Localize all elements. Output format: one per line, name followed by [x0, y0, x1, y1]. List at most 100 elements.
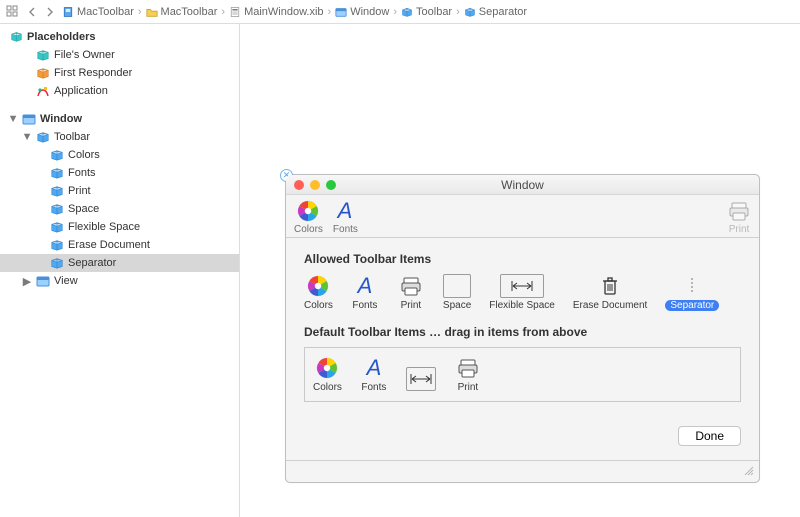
related-items-icon[interactable] — [6, 5, 20, 19]
crumb-label: Window — [350, 6, 389, 18]
item-label: Fonts — [361, 382, 386, 393]
preview-window[interactable]: ✕ Window Colors Fonts — [285, 174, 760, 483]
flex-space-icon — [510, 274, 534, 298]
editor-canvas[interactable]: ✕ Window Colors Fonts — [240, 24, 800, 517]
default-item-flex[interactable] — [406, 367, 436, 393]
disclosure-triangle-icon[interactable]: ▶ — [22, 275, 32, 288]
outline-view[interactable]: ▶ View — [0, 272, 239, 290]
colorwheel-icon — [296, 199, 320, 223]
nav-forward-button[interactable] — [42, 4, 58, 20]
crumb-toolbar[interactable]: Toolbar — [401, 6, 452, 18]
chevron-right-icon: › — [328, 6, 332, 18]
allowed-item-separator[interactable]: Separator — [665, 274, 719, 311]
space-icon — [443, 274, 471, 298]
nav-back-button[interactable] — [24, 4, 40, 20]
font-icon — [353, 274, 377, 298]
outline-first-responder[interactable]: First Responder — [0, 64, 239, 82]
traffic-zoom-icon[interactable] — [326, 180, 336, 190]
section-title: Placeholders — [27, 31, 95, 43]
chevron-right-icon: › — [456, 6, 460, 18]
allowed-item-flexible-space[interactable]: Flexible Space — [489, 274, 555, 311]
node-label: View — [54, 275, 78, 287]
toolbar-item-colors[interactable]: Colors — [294, 199, 323, 235]
document-outline: Placeholders File's Owner First Responde… — [0, 24, 240, 517]
outline-item-fonts[interactable]: Fonts — [0, 164, 239, 182]
printer-icon — [456, 356, 480, 380]
window-title: Window — [501, 178, 544, 192]
colorwheel-icon — [315, 356, 339, 380]
item-label: Flexible Space — [489, 300, 555, 311]
default-items-title: Default Toolbar Items … drag in items fr… — [304, 325, 741, 339]
crumb-project[interactable]: MacToolbar — [62, 6, 134, 18]
crumb-label: Toolbar — [416, 6, 452, 18]
allowed-item-colors[interactable]: Colors — [304, 274, 333, 311]
item-label: Separator — [665, 300, 719, 311]
traffic-minimize-icon[interactable] — [310, 180, 320, 190]
outline-files-owner[interactable]: File's Owner — [0, 46, 239, 64]
toolbar-item-print[interactable]: Print — [727, 199, 751, 235]
node-label: File's Owner — [54, 49, 115, 61]
printer-icon — [399, 274, 423, 298]
separator-icon — [680, 274, 704, 298]
node-label: Erase Document — [68, 239, 150, 251]
outline-toolbar[interactable]: ▼Toolbar — [0, 128, 239, 146]
traffic-close-icon[interactable] — [294, 180, 304, 190]
node-label: Application — [54, 85, 108, 97]
default-items-row[interactable]: Colors Fonts Print — [304, 347, 741, 402]
outline-item-colors[interactable]: Colors — [0, 146, 239, 164]
window-footer — [286, 460, 759, 482]
crumb-separator[interactable]: Separator — [464, 6, 527, 18]
node-label: Separator — [68, 257, 116, 269]
crumb-label: MainWindow.xib — [244, 6, 323, 18]
node-label: Space — [68, 203, 99, 215]
window-titlebar: Window — [286, 175, 759, 195]
done-button[interactable]: Done — [678, 426, 741, 446]
allowed-items-row: Colors Fonts Print Space Flexible Space … — [304, 274, 741, 311]
default-item-fonts[interactable]: Fonts — [360, 356, 388, 393]
outline-item-flexible-space[interactable]: Flexible Space — [0, 218, 239, 236]
font-icon — [362, 356, 386, 380]
allowed-item-fonts[interactable]: Fonts — [351, 274, 379, 311]
node-label: Print — [68, 185, 91, 197]
disclosure-triangle-icon[interactable]: ▼ — [8, 113, 18, 125]
chevron-right-icon: › — [393, 6, 397, 18]
node-label: Flexible Space — [68, 221, 140, 233]
disclosure-triangle-icon[interactable]: ▼ — [22, 131, 32, 143]
toolbar-item-fonts[interactable]: Fonts — [333, 199, 358, 235]
flex-space-icon — [409, 367, 433, 391]
outline-window[interactable]: ▼ Window — [0, 110, 239, 128]
outline-item-erase-document[interactable]: Erase Document — [0, 236, 239, 254]
default-item-colors[interactable]: Colors — [313, 356, 342, 393]
chevron-right-icon: › — [138, 6, 142, 18]
resize-grip-icon[interactable] — [743, 465, 755, 477]
item-label: Erase Document — [573, 300, 647, 311]
jump-bar: MacToolbar › MacToolbar › MainWindow.xib… — [0, 0, 800, 24]
allowed-item-print[interactable]: Print — [397, 274, 425, 311]
outline-item-separator[interactable]: Separator — [0, 254, 239, 272]
crumb-folder[interactable]: MacToolbar — [146, 6, 218, 18]
outline-item-space[interactable]: Space — [0, 200, 239, 218]
node-label: Window — [40, 113, 82, 125]
toolbar-item-label: Fonts — [333, 224, 358, 235]
node-label: Fonts — [68, 167, 96, 179]
breadcrumb: MacToolbar › MacToolbar › MainWindow.xib… — [62, 6, 527, 18]
item-label: Colors — [304, 300, 333, 311]
toolbar-item-label: Print — [729, 224, 750, 235]
crumb-label: MacToolbar — [161, 6, 218, 18]
item-label: Colors — [313, 382, 342, 393]
trash-icon — [598, 274, 622, 298]
toolbar-config-sheet: Allowed Toolbar Items Colors Fonts Print… — [286, 238, 759, 460]
item-label: Space — [443, 300, 471, 311]
crumb-label: MacToolbar — [77, 6, 134, 18]
chevron-right-icon: › — [221, 6, 225, 18]
crumb-window[interactable]: Window — [335, 6, 389, 18]
allowed-item-erase-document[interactable]: Erase Document — [573, 274, 647, 311]
allowed-item-space[interactable]: Space — [443, 274, 471, 311]
outline-item-print[interactable]: Print — [0, 182, 239, 200]
default-item-print[interactable]: Print — [454, 356, 482, 393]
outline-application[interactable]: Application — [0, 82, 239, 100]
printer-icon — [727, 199, 751, 223]
toolbar-item-label: Colors — [294, 224, 323, 235]
allowed-items-title: Allowed Toolbar Items — [304, 252, 741, 266]
crumb-xib[interactable]: MainWindow.xib — [229, 6, 323, 18]
